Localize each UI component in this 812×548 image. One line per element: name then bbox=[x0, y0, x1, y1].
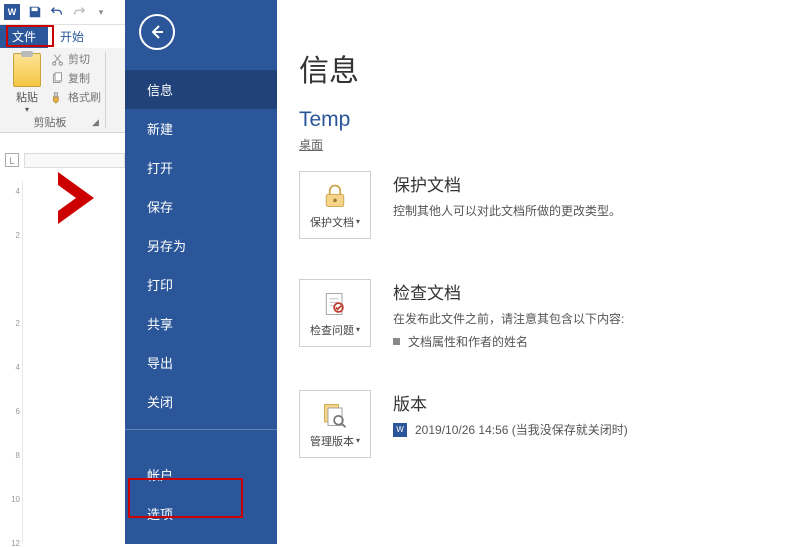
ruler-tick: 6 bbox=[5, 407, 23, 416]
paste-dropdown-icon[interactable]: ▾ bbox=[6, 105, 48, 114]
copy-icon bbox=[50, 71, 64, 85]
protect-heading: 保护文档 bbox=[393, 171, 621, 196]
inspect-bullet-text: 文档属性和作者的姓名 bbox=[408, 333, 528, 350]
group-divider bbox=[105, 52, 106, 128]
redo-icon[interactable] bbox=[68, 1, 90, 23]
ruler-tick: 4 bbox=[5, 363, 23, 372]
ruler-tick: 2 bbox=[5, 231, 23, 240]
section-versions: 管理版本 ▾ 版本 W 2019/10/26 14:56 (当我没保存就关闭时) bbox=[299, 390, 812, 458]
cut-label: 剪切 bbox=[68, 51, 90, 67]
version-entry-text: 2019/10/26 14:56 (当我没保存就关闭时) bbox=[415, 421, 628, 438]
tab-selector[interactable]: L bbox=[5, 153, 19, 167]
sidebar-item-info[interactable]: 信息 bbox=[125, 70, 277, 109]
document-location-link[interactable]: 桌面 bbox=[299, 136, 323, 153]
versions-heading: 版本 bbox=[393, 390, 628, 415]
copy-button[interactable]: 复制 bbox=[50, 70, 101, 86]
version-entry[interactable]: W 2019/10/26 14:56 (当我没保存就关闭时) bbox=[393, 421, 628, 438]
back-button[interactable] bbox=[139, 14, 175, 50]
inspect-bullet: 文档属性和作者的姓名 bbox=[393, 333, 624, 350]
backstage-content: 信息 Temp 桌面 保护文档 ▾ 保护文档 控制其他人可以对此文档所做的更改类… bbox=[277, 0, 812, 544]
ruler-tick: 10 bbox=[5, 495, 23, 504]
protect-tile-label: 保护文档 bbox=[310, 214, 354, 230]
sidebar-item-close[interactable]: 关闭 bbox=[125, 382, 277, 421]
lock-icon bbox=[320, 181, 350, 211]
group-label-clipboard: 剪贴板 bbox=[0, 114, 100, 130]
versions-icon bbox=[320, 400, 350, 430]
save-icon[interactable] bbox=[24, 1, 46, 23]
page-title: 信息 bbox=[299, 46, 812, 90]
paste-label: 粘贴 bbox=[6, 89, 48, 105]
protect-document-button[interactable]: 保护文档 ▾ bbox=[299, 171, 371, 239]
cut-button[interactable]: 剪切 bbox=[50, 51, 101, 67]
versions-tile-label: 管理版本 bbox=[310, 433, 354, 449]
tab-file[interactable]: 文件 bbox=[0, 25, 48, 48]
ruler-tick: 4 bbox=[5, 187, 23, 196]
vertical-ruler[interactable]: 4 2 2 4 6 8 10 12 bbox=[5, 181, 23, 544]
inspect-icon bbox=[320, 289, 350, 319]
chevron-down-icon: ▾ bbox=[356, 217, 360, 226]
chevron-down-icon: ▾ bbox=[356, 325, 360, 334]
copy-label: 复制 bbox=[68, 70, 90, 86]
protect-desc: 控制其他人可以对此文档所做的更改类型。 bbox=[393, 202, 621, 219]
section-protect: 保护文档 ▾ 保护文档 控制其他人可以对此文档所做的更改类型。 bbox=[299, 171, 812, 239]
sidebar-item-account[interactable]: 帐户 bbox=[125, 455, 277, 494]
format-painter-label: 格式刷 bbox=[68, 89, 101, 105]
sidebar-item-save[interactable]: 保存 bbox=[125, 187, 277, 226]
word-app-icon: W bbox=[4, 4, 20, 20]
sidebar-item-options[interactable]: 选项 bbox=[125, 494, 277, 533]
sidebar-item-new[interactable]: 新建 bbox=[125, 109, 277, 148]
sidebar-item-print[interactable]: 打印 bbox=[125, 265, 277, 304]
ruler-tick: 2 bbox=[5, 319, 23, 328]
paste-icon bbox=[13, 53, 41, 87]
sidebar-item-open[interactable]: 打开 bbox=[125, 148, 277, 187]
bullet-icon bbox=[393, 338, 400, 345]
format-painter-button[interactable]: 格式刷 bbox=[50, 89, 101, 105]
document-name: Temp bbox=[299, 108, 812, 132]
tab-home[interactable]: 开始 bbox=[48, 25, 96, 48]
word-doc-icon: W bbox=[393, 423, 407, 437]
sidebar-item-share[interactable]: 共享 bbox=[125, 304, 277, 343]
chevron-down-icon: ▾ bbox=[356, 436, 360, 445]
section-inspect: 检查问题 ▾ 检查文档 在发布此文件之前，请注意其包含以下内容: 文档属性和作者… bbox=[299, 279, 812, 350]
inspect-document-button[interactable]: 检查问题 ▾ bbox=[299, 279, 371, 347]
format-painter-icon bbox=[50, 90, 64, 104]
cut-icon bbox=[50, 52, 64, 66]
clipboard-dialog-launcher-icon[interactable]: ◢ bbox=[92, 117, 99, 128]
sidebar-item-saveas[interactable]: 另存为 bbox=[125, 226, 277, 265]
inspect-tile-label: 检查问题 bbox=[310, 322, 354, 338]
manage-versions-button[interactable]: 管理版本 ▾ bbox=[299, 390, 371, 458]
inspect-desc: 在发布此文件之前，请注意其包含以下内容: bbox=[393, 310, 624, 327]
sidebar-divider bbox=[125, 429, 277, 455]
sidebar-item-export[interactable]: 导出 bbox=[125, 343, 277, 382]
undo-icon[interactable] bbox=[46, 1, 68, 23]
backstage-sidebar: 信息 新建 打开 保存 另存为 打印 共享 导出 关闭 帐户 选项 bbox=[125, 0, 277, 544]
ruler-tick: 8 bbox=[5, 451, 23, 460]
horizontal-ruler[interactable] bbox=[24, 153, 125, 168]
qat-dropdown-icon[interactable]: ▾ bbox=[90, 1, 112, 23]
inspect-heading: 检查文档 bbox=[393, 279, 624, 304]
